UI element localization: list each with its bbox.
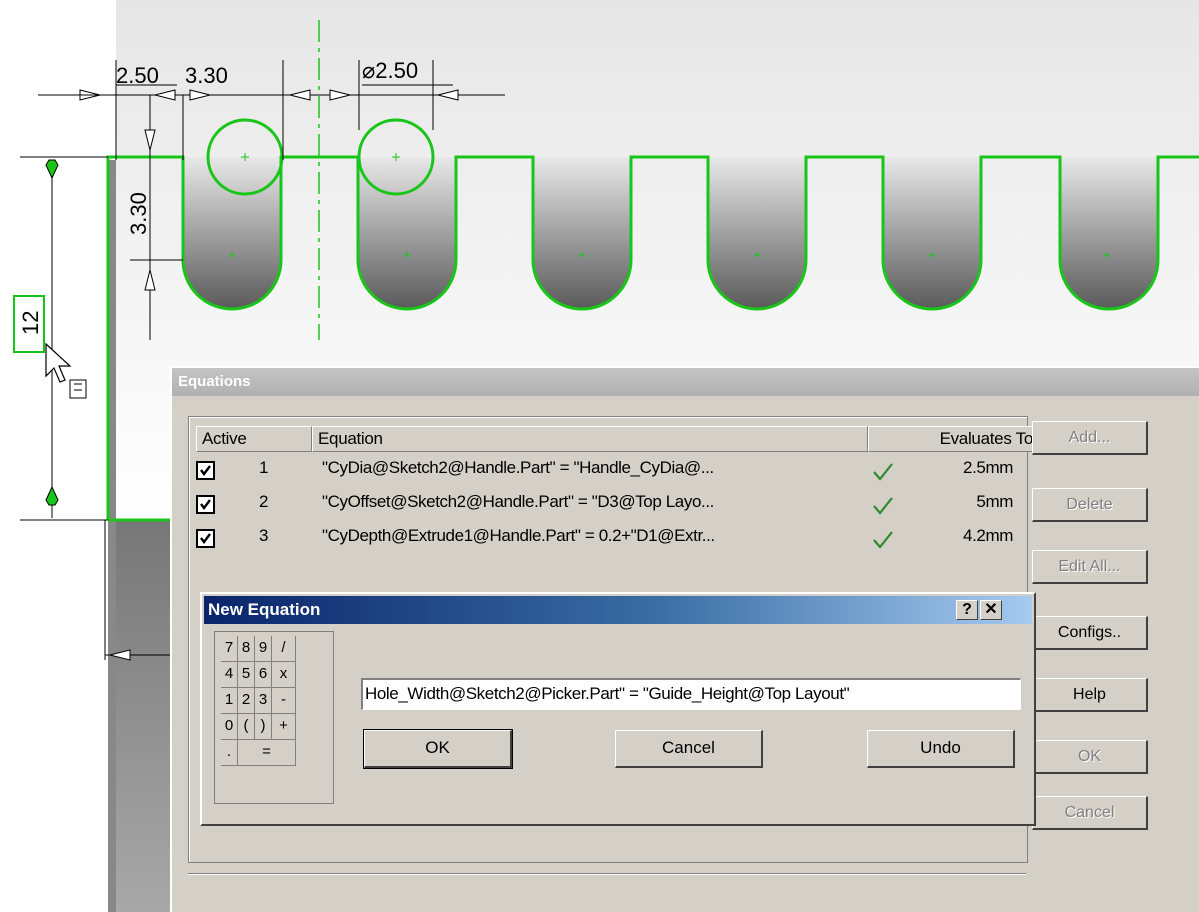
equation-row[interactable]: 2 "CyOffset@Sketch2@Handle.Part" = "D3@T… xyxy=(196,492,1026,520)
help-button[interactable]: Help xyxy=(1032,678,1148,712)
key-equals[interactable]: = xyxy=(238,740,296,766)
equation-index: 1 xyxy=(259,458,269,477)
dim-2-50[interactable]: 2.50 xyxy=(116,63,159,88)
key-4[interactable]: 4 xyxy=(221,662,238,688)
valid-check-icon xyxy=(872,528,894,555)
equation-index: 2 xyxy=(259,492,269,511)
help-title-button[interactable]: ? xyxy=(956,600,978,620)
configs-button[interactable]: Configs.. xyxy=(1032,616,1148,650)
column-header-evaluates-to[interactable]: Evaluates To xyxy=(868,426,1040,452)
key-6[interactable]: 6 xyxy=(255,662,272,688)
dim-12-box[interactable]: 12 xyxy=(13,295,45,353)
key-open-paren[interactable]: ( xyxy=(238,714,255,740)
evaluated-value: 5mm xyxy=(976,492,1013,511)
equations-titlebar[interactable]: Equations xyxy=(172,368,1199,396)
key-3[interactable]: 3 xyxy=(255,688,272,714)
add-button[interactable]: Add... xyxy=(1032,421,1148,455)
key-divide[interactable]: / xyxy=(272,636,296,662)
column-header-equation[interactable]: Equation xyxy=(312,426,868,452)
dim-12[interactable]: 12 xyxy=(18,311,43,335)
valid-check-icon xyxy=(872,494,894,521)
key-8[interactable]: 8 xyxy=(238,636,255,662)
dim-diameter-2-50[interactable]: ⌀2.50 xyxy=(362,58,418,83)
key-1[interactable]: 1 xyxy=(221,688,238,714)
divider xyxy=(188,873,1026,875)
key-multiply[interactable]: x xyxy=(272,662,296,688)
key-9[interactable]: 9 xyxy=(255,636,272,662)
undo-button[interactable]: Undo xyxy=(867,730,1015,768)
equation-row[interactable]: 3 "CyDepth@Extrude1@Handle.Part" = 0.2+"… xyxy=(196,526,1026,554)
active-checkbox[interactable] xyxy=(196,529,215,548)
equation-text: "CyOffset@Sketch2@Handle.Part" = "D3@Top… xyxy=(322,492,714,511)
key-decimal[interactable]: . xyxy=(221,740,238,766)
active-checkbox[interactable] xyxy=(196,461,215,480)
ok-button[interactable]: OK xyxy=(1032,740,1148,774)
edit-all-button[interactable]: Edit All... xyxy=(1032,550,1148,584)
key-plus[interactable]: + xyxy=(272,714,296,740)
equation-index: 3 xyxy=(259,526,269,545)
key-7[interactable]: 7 xyxy=(221,636,238,662)
new-equation-title: New Equation xyxy=(208,600,321,619)
calculator-keypad: 7 8 9 / 4 5 6 x 1 2 3 - 0 ( ) + . = xyxy=(214,631,334,804)
new-equation-cancel-button[interactable]: Cancel xyxy=(615,730,763,768)
evaluated-value: 4.2mm xyxy=(963,526,1013,545)
key-5[interactable]: 5 xyxy=(238,662,255,688)
close-icon[interactable]: ✕ xyxy=(980,600,1002,620)
key-close-paren[interactable]: ) xyxy=(255,714,272,740)
equation-row[interactable]: 1 "CyDia@Sketch2@Handle.Part" = "Handle_… xyxy=(196,458,1026,486)
new-equation-ok-button[interactable]: OK xyxy=(363,729,513,769)
equation-text: "CyDia@Sketch2@Handle.Part" = "Handle_Cy… xyxy=(322,458,714,477)
active-checkbox[interactable] xyxy=(196,495,215,514)
key-2[interactable]: 2 xyxy=(238,688,255,714)
key-minus[interactable]: - xyxy=(272,688,296,714)
column-header-active[interactable]: Active xyxy=(196,426,312,452)
evaluated-value: 2.5mm xyxy=(963,458,1013,477)
equation-text: "CyDepth@Extrude1@Handle.Part" = 0.2+"D1… xyxy=(322,526,715,545)
key-0[interactable]: 0 xyxy=(221,714,238,740)
new-equation-titlebar[interactable]: New Equation xyxy=(204,596,1032,624)
equation-input[interactable]: Hole_Width@Sketch2@Picker.Part" = "Guide… xyxy=(361,678,1021,710)
delete-button[interactable]: Delete xyxy=(1032,488,1148,522)
new-equation-dialog: New Equation ? ✕ 7 8 9 / 4 5 6 x 1 2 3 -… xyxy=(200,592,1036,826)
dim-3-30-vertical[interactable]: 3.30 xyxy=(126,192,151,235)
valid-check-icon xyxy=(872,460,894,487)
cancel-button[interactable]: Cancel xyxy=(1032,796,1148,830)
dim-3-30-top[interactable]: 3.30 xyxy=(185,63,228,88)
